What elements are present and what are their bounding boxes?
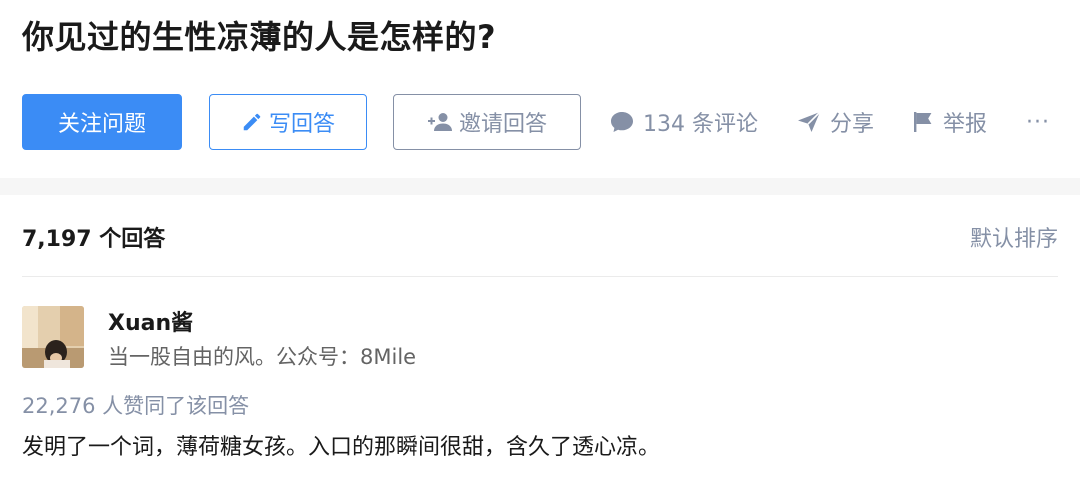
comment-bubble-icon	[610, 111, 634, 133]
divider	[22, 276, 1058, 277]
answers-count: 7,197 个回答	[22, 227, 166, 252]
follow-question-button[interactable]: 关注问题	[22, 94, 182, 150]
question-header: 你见过的生性凉薄的人是怎样的? 关注问题 写回答 邀请回答 134 条评论 分享…	[0, 0, 1080, 178]
add-person-icon	[427, 111, 453, 133]
comments-link[interactable]: 134 条评论	[610, 94, 758, 150]
pencil-icon	[241, 111, 263, 133]
more-options-button[interactable]: ···	[1026, 94, 1050, 150]
answers-list: 7,197 个回答 默认排序 Xuan酱 当一股自由的风。公众号：8Mile 2…	[0, 195, 1080, 477]
paper-plane-icon	[797, 111, 821, 133]
more-dots-icon: ···	[1026, 109, 1050, 135]
avatar-photo	[22, 306, 84, 368]
flag-icon	[912, 111, 934, 133]
write-answer-button[interactable]: 写回答	[209, 94, 367, 150]
comments-label: 134 条评论	[643, 112, 758, 137]
answer-excerpt[interactable]: 发明了一个词，薄荷糖女孩。入口的那瞬间很甜，含久了透心凉。	[22, 429, 660, 461]
share-link[interactable]: 分享	[797, 94, 874, 150]
follow-question-label: 关注问题	[57, 112, 146, 137]
write-answer-label: 写回答	[268, 112, 335, 137]
vote-info: 22,276 人赞同了该回答	[22, 394, 250, 418]
invite-answer-button[interactable]: 邀请回答	[393, 94, 581, 150]
share-label: 分享	[830, 112, 875, 137]
report-link[interactable]: 举报	[912, 94, 987, 150]
avatar[interactable]	[22, 306, 84, 368]
sort-toggle[interactable]: 默认排序	[970, 221, 1058, 253]
author-name[interactable]: Xuan酱	[108, 305, 193, 337]
invite-answer-label: 邀请回答	[458, 112, 547, 137]
author-bio: 当一股自由的风。公众号：8Mile	[108, 345, 417, 369]
report-label: 举报	[943, 112, 988, 137]
question-title: 你见过的生性凉薄的人是怎样的?	[22, 18, 497, 56]
